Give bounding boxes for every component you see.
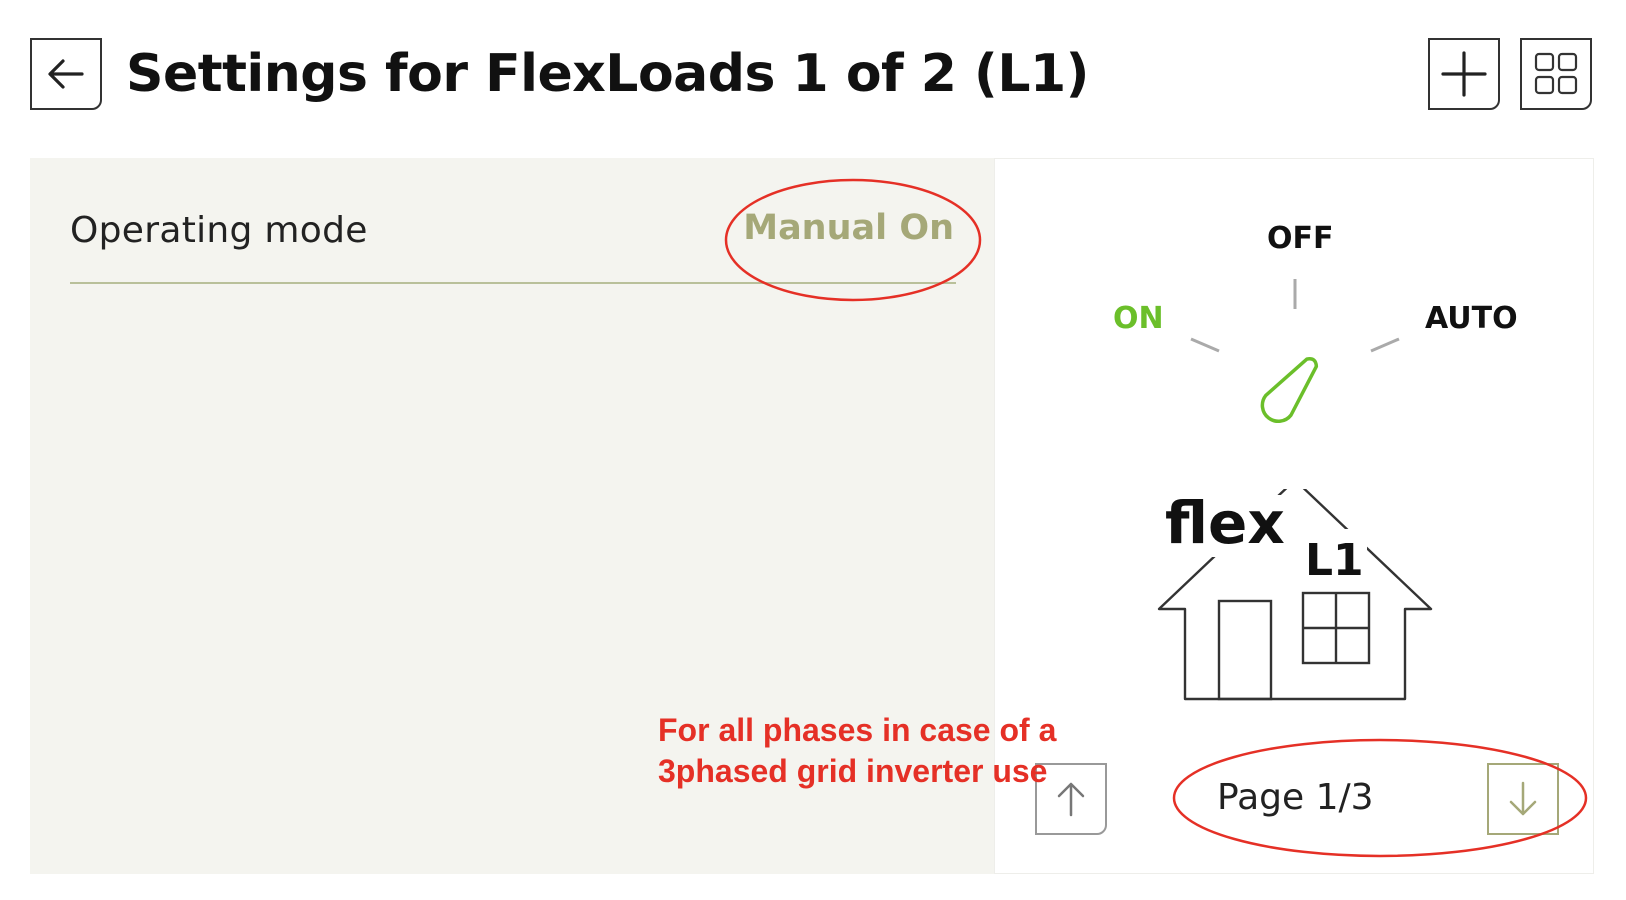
operating-mode-label: Operating mode <box>70 210 368 251</box>
page-title: Settings for FlexLoads 1 of 2 (L1) <box>126 44 1089 104</box>
device-phase-label: L1 <box>1305 535 1364 586</box>
mode-on-label[interactable]: ON <box>1113 301 1164 336</box>
device-preview-panel: OFF ON AUTO flex L1 Page 1/3 <box>994 158 1594 874</box>
arrow-left-icon <box>48 59 84 89</box>
annotation-note: For all phases in case of a 3phased grid… <box>658 712 1057 789</box>
device-flex-label: flex <box>1165 489 1285 557</box>
operating-mode-value[interactable]: Manual On <box>743 208 954 248</box>
row-divider <box>70 282 956 284</box>
mode-off-label[interactable]: OFF <box>1267 221 1334 256</box>
grid-icon <box>1534 52 1578 95</box>
mode-auto-label[interactable]: AUTO <box>1425 301 1518 336</box>
page-down-button[interactable] <box>1487 763 1559 835</box>
arrow-down-icon <box>1509 781 1537 816</box>
back-button[interactable] <box>30 38 102 110</box>
plus-icon <box>1441 51 1487 97</box>
dial-pointer <box>1260 356 1319 423</box>
grid-view-button[interactable] <box>1520 38 1592 110</box>
page-indicator: Page 1/3 <box>1217 777 1374 818</box>
house-icon: flex L1 <box>1157 489 1433 701</box>
add-button[interactable] <box>1428 38 1500 110</box>
